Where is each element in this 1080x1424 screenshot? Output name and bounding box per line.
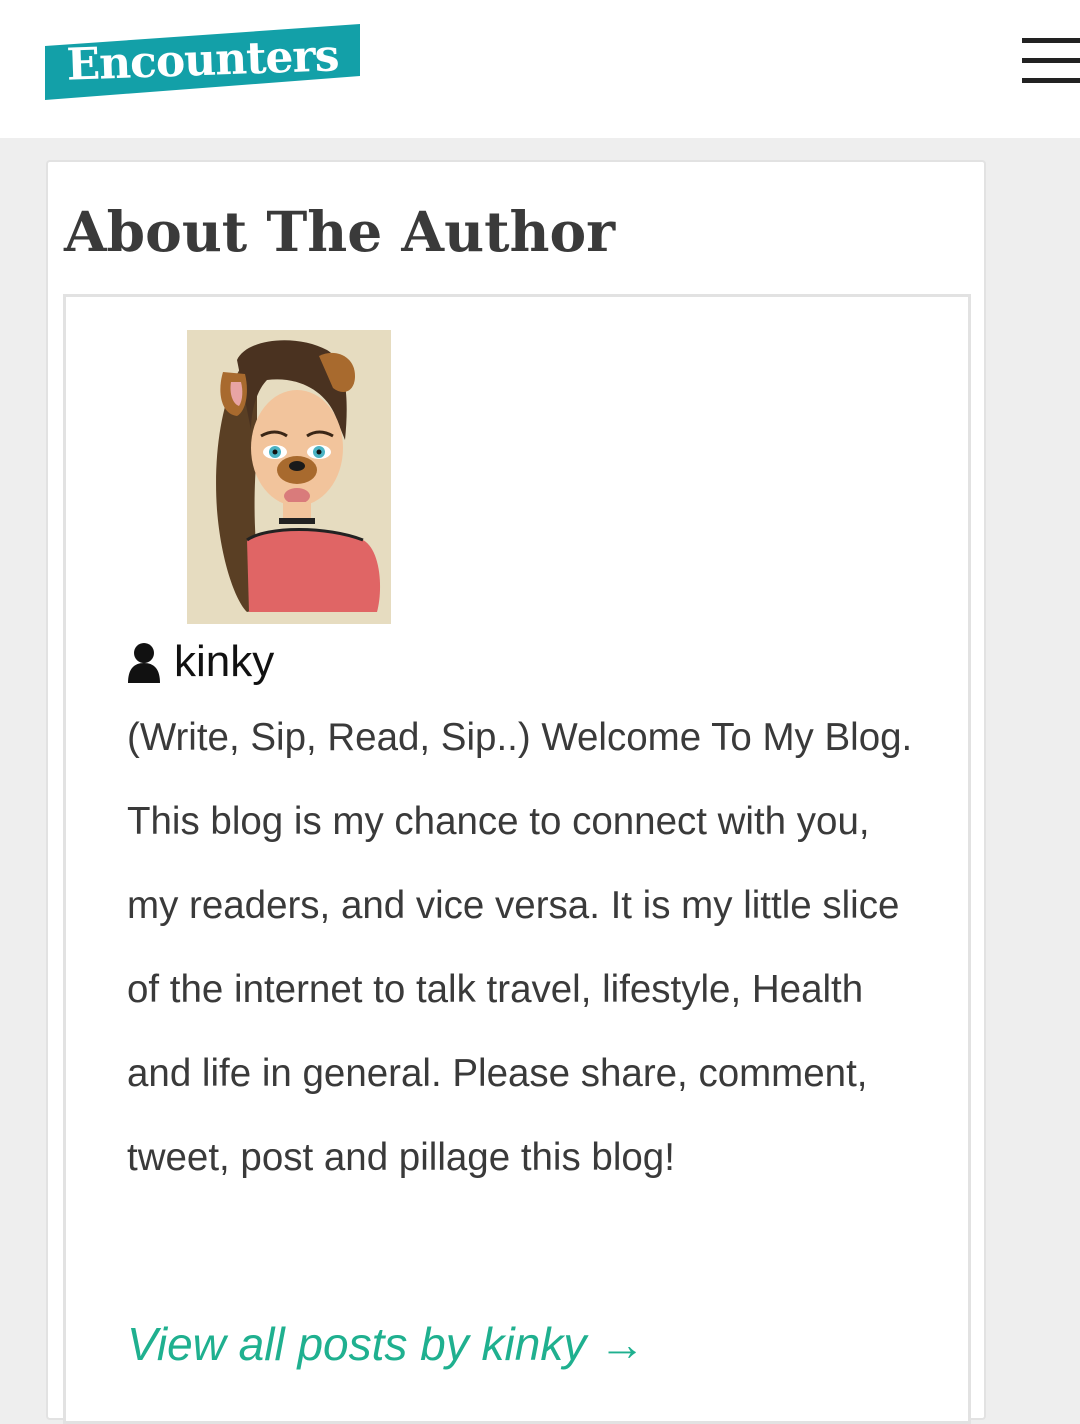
author-name-row: kinky bbox=[126, 632, 274, 692]
menu-line bbox=[1022, 38, 1080, 43]
logo-text: Encounters bbox=[65, 29, 340, 91]
site-logo[interactable]: Encounters bbox=[45, 24, 360, 100]
author-avatar bbox=[187, 330, 391, 624]
menu-line bbox=[1022, 78, 1080, 83]
hamburger-menu-icon[interactable] bbox=[1022, 38, 1080, 84]
top-header: Encounters bbox=[0, 0, 1080, 138]
section-title: About The Author bbox=[64, 199, 616, 264]
avatar-drawing-icon bbox=[187, 330, 391, 624]
author-name: kinky bbox=[174, 637, 275, 686]
menu-line bbox=[1022, 58, 1080, 63]
user-icon bbox=[128, 643, 160, 683]
view-all-posts-link[interactable]: View all posts by kinky → bbox=[127, 1312, 645, 1376]
author-bio: (Write, Sip, Read, Sip..) Welcome To My … bbox=[127, 716, 913, 1179]
